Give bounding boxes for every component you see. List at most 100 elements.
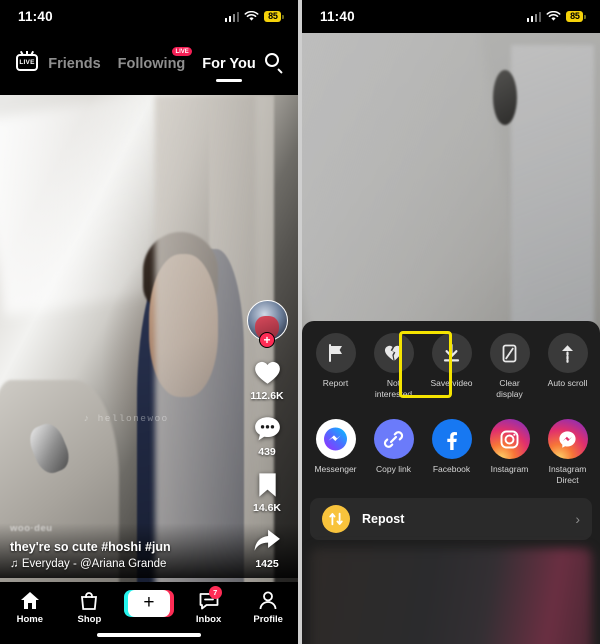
share-actions-row: Report Not interested Save video Clear d… <box>302 321 600 407</box>
share-option-auto-scroll[interactable]: Auto scroll <box>544 333 591 399</box>
comparison-screenshot: 11:40 85 LIVE Friends Following LIVE For… <box>0 0 600 644</box>
auto-scroll-arrow-icon <box>547 333 588 373</box>
facebook-icon <box>431 419 472 460</box>
share-app-label: Instagram Direct <box>548 464 587 485</box>
live-button[interactable]: LIVE <box>14 49 40 75</box>
repost-label: Repost <box>362 511 405 526</box>
nav-label-profile: Profile <box>253 614 283 625</box>
send-to-contacts-blurred-area[interactable] <box>310 547 592 644</box>
home-icon <box>20 590 40 611</box>
battery-level-right: 85 <box>566 11 584 22</box>
left-phone-panel: 11:40 85 LIVE Friends Following LIVE For… <box>0 0 298 644</box>
profile-person-icon <box>259 590 277 611</box>
share-app-instagram-direct[interactable]: Instagram Direct <box>544 419 591 485</box>
chevron-right-icon[interactable]: › <box>575 511 580 527</box>
share-app-copy-link[interactable]: Copy link <box>370 419 417 485</box>
bookmark-count: 14.6K <box>252 502 282 514</box>
right-phone-panel: 11:40 85 Report Not interested Save vide… <box>302 0 600 644</box>
share-option-label: Report <box>322 378 349 388</box>
share-app-label: Messenger <box>314 464 357 475</box>
like-count: 112.6K <box>250 390 284 402</box>
nav-item-shop[interactable]: Shop <box>60 590 120 625</box>
comment-count: 439 <box>258 446 276 458</box>
live-icon-label: LIVE <box>19 58 35 66</box>
instagram-direct-icon <box>547 419 588 460</box>
tab-following[interactable]: Following LIVE <box>117 47 193 72</box>
share-arrow-icon <box>252 525 283 556</box>
shop-bag-icon <box>80 590 98 611</box>
nav-item-profile[interactable]: Profile <box>238 590 298 625</box>
nav-item-home[interactable]: Home <box>0 590 60 625</box>
share-count: 1425 <box>255 558 279 570</box>
tiktok-top-nav: LIVE Friends Following LIVE For You <box>0 33 298 95</box>
author-avatar[interactable]: + <box>246 300 288 348</box>
share-app-label: Instagram <box>490 464 529 475</box>
share-app-instagram[interactable]: Instagram <box>486 419 533 485</box>
caption-song[interactable]: ♫ Everyday - @Ariana Grande <box>10 558 242 570</box>
share-app-messenger[interactable]: Messenger <box>312 419 359 485</box>
share-option-clear-display[interactable]: Clear display <box>486 333 533 399</box>
broken-heart-icon <box>373 333 414 373</box>
inbox-badge: 7 <box>208 586 222 599</box>
battery-level: 85 <box>264 11 282 22</box>
repost-icon <box>322 504 350 533</box>
cellular-bars-icon <box>526 12 542 22</box>
share-app-facebook[interactable]: Facebook <box>428 419 475 485</box>
flag-icon <box>315 333 356 373</box>
video-action-rail: + 112.6K 439 14.6K 1425 <box>242 300 292 623</box>
download-icon <box>431 333 472 373</box>
caption-text: they're so cute #hoshi #jun <box>10 540 171 554</box>
status-icons: 85 <box>224 11 284 22</box>
share-app-label: Facebook <box>432 464 471 475</box>
link-icon <box>373 419 414 460</box>
follow-plus-icon[interactable]: + <box>259 332 275 348</box>
share-app-label: Copy link <box>376 464 411 475</box>
comment-button[interactable]: 439 <box>252 413 283 458</box>
cellular-bars-icon <box>224 12 240 22</box>
nav-label-inbox: Inbox <box>195 614 222 625</box>
create-plus-icon[interactable]: + <box>123 590 174 617</box>
nav-label-home: Home <box>16 614 43 625</box>
battery-icon: 85 <box>264 11 284 22</box>
status-clock: 11:40 <box>18 9 53 24</box>
feed-tabs: Friends Following LIVE For You <box>48 33 256 95</box>
battery-icon: 85 <box>566 11 586 22</box>
wifi-icon <box>546 11 561 21</box>
nav-label-shop: Shop <box>77 614 102 625</box>
comment-icon <box>252 413 283 444</box>
share-option-save-video[interactable]: Save video <box>428 333 475 399</box>
status-bar-left: 11:40 85 <box>0 0 298 33</box>
share-option-label: Not interested <box>374 378 413 399</box>
heart-icon <box>252 357 283 388</box>
share-sheet: Report Not interested Save video Clear d… <box>302 321 600 644</box>
messenger-icon <box>315 419 356 460</box>
share-button[interactable]: 1425 <box>252 525 283 570</box>
share-option-label: Save video <box>430 378 473 388</box>
author-username[interactable]: woo·deu <box>10 523 242 534</box>
status-bar-right: 11:40 85 <box>302 0 600 33</box>
share-apps-row: Messenger Copy link Facebook Instagram I… <box>302 407 600 493</box>
status-clock-right: 11:40 <box>320 9 355 24</box>
bookmark-button[interactable]: 14.6K <box>252 469 283 514</box>
share-option-label: Clear display <box>496 378 523 399</box>
share-option-label: Auto scroll <box>547 378 588 388</box>
live-icon: LIVE <box>16 50 38 71</box>
nav-item-create[interactable]: + <box>119 590 179 617</box>
tab-for-you[interactable]: For You <box>202 56 255 72</box>
wifi-icon <box>244 11 259 21</box>
following-live-badge: LIVE <box>171 47 193 56</box>
tiktok-watermark: ♪ hellonewoo <box>83 413 169 425</box>
repost-row[interactable]: Repost › <box>310 497 592 540</box>
bookmark-icon <box>252 469 283 500</box>
tab-friends[interactable]: Friends <box>48 56 100 72</box>
status-icons-right: 85 <box>526 11 586 22</box>
nav-item-inbox[interactable]: 7 Inbox <box>179 586 239 625</box>
tab-following-label: Following <box>117 56 186 72</box>
share-option-report[interactable]: Report <box>312 333 359 399</box>
instagram-icon <box>489 419 530 460</box>
search-icon[interactable] <box>265 53 284 74</box>
home-indicator-left <box>97 633 201 637</box>
share-option-not-interested[interactable]: Not interested <box>370 333 417 399</box>
clear-display-icon <box>489 333 530 373</box>
like-button[interactable]: 112.6K <box>250 357 284 402</box>
